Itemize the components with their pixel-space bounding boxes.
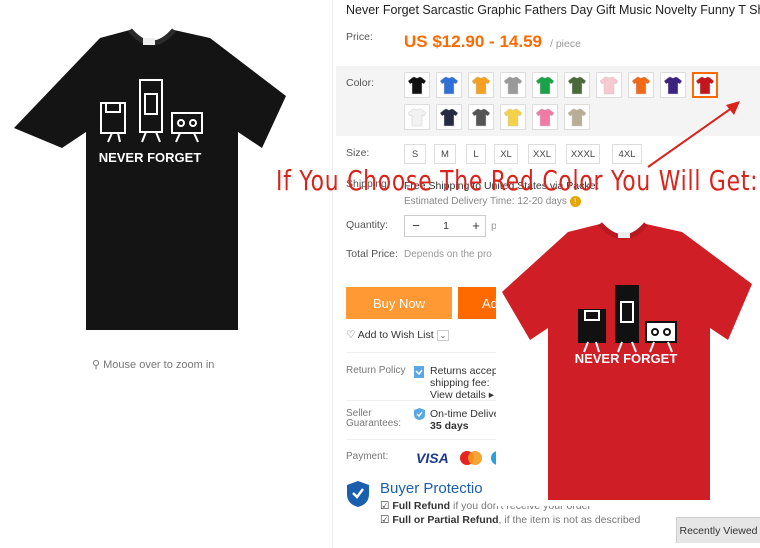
separator [346, 352, 496, 353]
zoom-hint-text: Mouse over to zoom in [103, 359, 215, 371]
price-label: Price: [346, 31, 373, 43]
magnifier-icon: ⚲ [92, 359, 104, 371]
delivery-estimate: Estimated Delivery Time: 12-20 days ! [404, 196, 581, 207]
return-policy-line1: Returns accep [430, 365, 498, 377]
buyer-protection-title: Buyer Protectio [380, 480, 483, 497]
size-label: Size: [346, 147, 370, 159]
payment-label: Payment: [346, 451, 389, 462]
overlay-caption: If You Choose The Red Color You Will Get… [276, 164, 759, 197]
return-icon [413, 365, 425, 384]
red-shirt-print-text: NEVER FORGET [575, 351, 678, 366]
tshirt-icon [663, 76, 683, 95]
color-swatch[interactable] [404, 104, 430, 130]
main-product-image[interactable]: NEVER FORGET [0, 0, 330, 548]
shirt-print-text: NEVER FORGET [99, 150, 202, 165]
return-policy-label: Return Policy [346, 365, 406, 376]
zoom-hint: ⚲ Mouse over to zoom in [92, 358, 214, 371]
price-unit: / piece [550, 38, 581, 50]
checkbox-checked-icon: ☑ [380, 500, 390, 512]
tshirt-icon [471, 76, 491, 95]
buy-now-button[interactable]: Buy Now [346, 287, 452, 319]
size-option[interactable]: M [434, 144, 456, 164]
tshirt-icon [439, 76, 459, 95]
tshirt-icon [535, 76, 555, 95]
color-label: Color: [346, 77, 375, 89]
tshirt-icon [567, 108, 587, 127]
color-swatch[interactable] [436, 72, 462, 98]
tshirt-icon [535, 108, 555, 127]
add-to-cart-button[interactable]: Ad [458, 287, 498, 319]
total-price-text: Depends on the pro [404, 249, 492, 260]
delivery-estimate-text: Estimated Delivery Time: 12-20 days [404, 196, 567, 207]
annotation-arrow [647, 101, 740, 168]
tshirt-icon [695, 76, 715, 95]
total-price-label: Total Price: [346, 248, 398, 260]
visa-text: VISA [416, 450, 449, 466]
size-option[interactable]: L [466, 144, 486, 164]
quantity-stepper[interactable]: − 1 + [404, 215, 486, 237]
wishlist-text: Add to Wish List [357, 329, 434, 341]
size-option[interactable]: S [404, 144, 426, 164]
visa-logo: VISA [416, 450, 449, 468]
guarantees-label-2: Guarantees: [346, 418, 402, 429]
color-swatch[interactable] [404, 72, 430, 98]
full-refund-label: Full Refund [392, 500, 451, 512]
chevron-down-icon[interactable]: ⌄ [436, 330, 450, 341]
partial-refund-text: , if the item is not as described [498, 514, 641, 526]
quantity-plus-button[interactable]: + [467, 218, 485, 233]
product-title: Never Forget Sarcastic Graphic Fathers D… [346, 3, 760, 17]
quantity-label: Quantity: [346, 219, 389, 231]
color-swatch[interactable] [532, 72, 558, 98]
color-swatch[interactable] [500, 72, 526, 98]
tshirt-icon [503, 76, 523, 95]
color-swatch[interactable] [564, 72, 590, 98]
red-tshirt-image: NEVER FORGET [496, 210, 760, 506]
color-swatch[interactable] [436, 104, 462, 130]
partial-refund-line: ☑ Full or Partial Refund, if the item is… [380, 514, 640, 526]
heart-icon: ♡ [346, 329, 356, 341]
color-swatch[interactable] [468, 72, 494, 98]
tshirt-icon [599, 76, 619, 95]
info-icon[interactable]: ! [569, 196, 581, 207]
partial-refund-label: Full or Partial Refund [392, 514, 499, 526]
tshirt-icon [631, 76, 651, 95]
quantity-value[interactable]: 1 [437, 220, 455, 232]
tshirt-icon [407, 108, 427, 127]
checkbox-checked-icon: ☑ [380, 514, 390, 526]
ontime-delivery-text: On-time Delive [430, 408, 500, 420]
separator [346, 439, 496, 440]
tshirt-icon [471, 108, 491, 127]
color-swatch[interactable] [468, 104, 494, 130]
return-policy-line2: shipping fee: [430, 377, 490, 389]
divider [332, 0, 333, 548]
color-swatch[interactable] [532, 104, 558, 130]
size-option[interactable]: XXXL [566, 144, 600, 164]
size-option[interactable]: XXL [528, 144, 556, 164]
price-value: US $12.90 - 14.59 [404, 32, 542, 51]
tshirt-icon [439, 108, 459, 127]
tshirt-icon [567, 76, 587, 95]
tshirt-icon [503, 108, 523, 127]
size-option[interactable]: XL [494, 144, 518, 164]
color-swatch[interactable] [596, 72, 622, 98]
delivery-days: 35 days [430, 420, 469, 432]
shield-check-icon [413, 407, 426, 426]
tshirt-icon [407, 76, 427, 95]
quantity-minus-button[interactable]: − [407, 218, 425, 233]
buyer-protection-icon [346, 480, 370, 513]
size-option[interactable]: 4XL [612, 144, 642, 164]
color-swatch[interactable] [500, 104, 526, 130]
mastercard-logo [458, 450, 484, 471]
separator [346, 400, 496, 401]
wishlist-link[interactable]: ♡ Add to Wish List ⌄ [346, 329, 450, 341]
red-tshirt-graphic: NEVER FORGET [502, 222, 752, 500]
color-swatch[interactable] [564, 104, 590, 130]
recently-viewed-button[interactable]: Recently Viewed [676, 517, 760, 543]
